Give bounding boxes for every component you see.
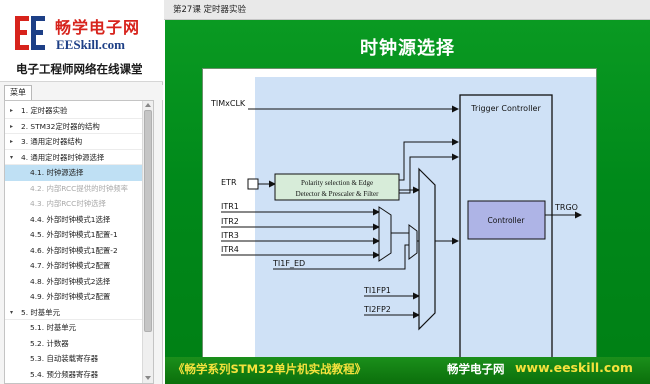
diagram-svg: Trigger Controller Controller TRGO TIMxC… <box>210 77 596 366</box>
footer-brand: 畅学电子网 <box>447 362 505 376</box>
menu-sub-item[interactable]: 4.5. 外部时钟模式1配置-1 <box>5 227 142 243</box>
menu-item-label: 3. 通用定时器结构 <box>21 137 83 146</box>
trigger-controller-label: Trigger Controller <box>470 104 541 113</box>
menu-sub-item[interactable]: 5.1. 时基单元 <box>5 320 142 336</box>
clock-source-mux <box>418 167 436 331</box>
menu-sub-item[interactable]: 4.6. 外部时钟模式1配置-2 <box>5 243 142 259</box>
menu-item-label: 5.3. 自动装载寄存器 <box>30 354 99 363</box>
menu-sub-item[interactable]: 5.4. 预分频器寄存器 <box>5 367 142 383</box>
footer-course-title: 《畅学系列STM32单片机实战教程》 <box>173 362 367 376</box>
menu-scrollbar[interactable] <box>142 101 153 383</box>
menu-item-label: 4.7. 外部时钟模式2配置 <box>30 261 111 270</box>
menu-item-label: 4.5. 外部时钟模式1配置-1 <box>30 230 118 239</box>
menu-section-item[interactable]: ▸ 3. 通用定时器结构 <box>5 134 142 150</box>
menu-item-label: 1. 定时器实验 <box>21 106 68 115</box>
chevron-right-icon[interactable]: ▸ <box>10 119 18 134</box>
ti1fp1-label: TI1FP1 <box>363 286 391 295</box>
itr-mux <box>378 206 392 262</box>
footer-url[interactable]: www.eeskill.com <box>515 360 633 375</box>
chevron-down-icon[interactable]: ▾ <box>10 150 18 165</box>
etr-pin-icon <box>247 178 259 190</box>
clock-source-diagram: Trigger Controller Controller TRGO TIMxC… <box>202 68 597 367</box>
menu-sub-item[interactable]: 4.1. 时钟源选择 <box>5 165 142 181</box>
menu-sub-item[interactable]: 4.9. 外部时钟模式2配置 <box>5 289 142 305</box>
menu-sub-item[interactable]: 5.2. 计数器 <box>5 336 142 352</box>
menu-item-label: 4.1. 时钟源选择 <box>30 168 84 177</box>
menu-item-label: 4.2. 内部RCC提供的时钟频率 <box>30 183 129 193</box>
itr2-label: ITR2 <box>221 217 239 226</box>
logo: 畅学电子网 EESkill.com 电子工程师网络在线课堂 <box>0 0 163 82</box>
menu-item-label: 5.4. 预分频器寄存器 <box>30 369 99 379</box>
ts-mux <box>408 224 418 260</box>
eeskill-logo-mark-icon <box>13 12 47 54</box>
menu-item-label: 4.8. 外部时钟模式2选择 <box>30 276 111 286</box>
chevron-right-icon[interactable]: ▸ <box>10 134 18 149</box>
polarity-label-line2: Detector & Prescaler & Filter <box>296 190 379 198</box>
menu-item-label: 4.9. 外部时钟模式2配置 <box>30 292 111 301</box>
tab-menu[interactable]: 菜单 <box>4 85 32 100</box>
chevron-right-icon[interactable]: ▸ <box>10 103 18 118</box>
menu-section-item[interactable]: ▾ 4. 通用定时器时钟源选择 <box>5 150 142 165</box>
breadcrumb: 第27课 定时器实验 <box>164 0 650 20</box>
slide-title: 时钟源选择 <box>360 38 455 59</box>
menu-item-label: 5. 时基单元 <box>21 307 60 317</box>
trgo-label: TRGO <box>554 203 578 212</box>
menu-item-label: 4. 通用定时器时钟源选择 <box>21 152 105 162</box>
menu-item-label: 4.6. 外部时钟模式1配置-2 <box>30 245 118 255</box>
scroll-down-arrow-icon[interactable] <box>145 376 151 380</box>
etr-label: ETR <box>221 178 237 187</box>
chevron-down-icon[interactable]: ▾ <box>10 305 18 320</box>
menu-section-item[interactable]: ▾ 5. 时基单元 <box>5 305 142 320</box>
logo-title: 畅学电子网 <box>55 18 141 37</box>
ti1f-ed-label: TI1F_ED <box>272 259 305 268</box>
menu-sub-item[interactable]: 4.8. 外部时钟模式2选择 <box>5 274 142 290</box>
menu-section-item[interactable]: ▸ 2. STM32定时器的结构 <box>5 119 142 134</box>
logo-slogan: 电子工程师网络在线课堂 <box>16 62 143 76</box>
itr1-label: ITR1 <box>221 202 239 211</box>
polarity-label-line1: Polarity selection & Edge <box>301 179 373 187</box>
menu-section-item[interactable]: ▸ 1. 定时器实验 <box>5 103 142 119</box>
menu-item-label: 4.3. 内部RCC时钟选择 <box>30 199 106 208</box>
menu-sub-item[interactable]: 4.3. 内部RCC时钟选择 <box>5 196 142 212</box>
menu-list: ▸ 1. 定时器实验 ▸ 2. STM32定时器的结构 ▸ 3. 通用定时器结构 ▾ 4. 通… <box>4 100 154 384</box>
slide: 时钟源选择 Trigger Controller Controller TRGO… <box>165 20 650 384</box>
timxclk-label: TIMxCLK <box>210 99 246 108</box>
menu-sub-item[interactable]: 4.2. 内部RCC提供的时钟频率 <box>5 181 142 197</box>
menu-sub-item[interactable]: 4.7. 外部时钟模式2配置 <box>5 258 142 274</box>
ti2fp2-label: TI2FP2 <box>363 305 391 314</box>
itr4-label: ITR4 <box>221 245 239 254</box>
menu-item-label: 5.1. 时基单元 <box>30 323 77 332</box>
sidebar: 畅学电子网 EESkill.com 电子工程师网络在线课堂 菜单 ▸ 1. 定时器… <box>0 0 163 384</box>
controller-label: Controller <box>488 216 526 225</box>
menu-item-label: 2. STM32定时器的结构 <box>21 121 100 131</box>
menu-sub-item[interactable]: 4.4. 外部时钟模式1选择 <box>5 212 142 228</box>
itr3-label: ITR3 <box>221 231 239 240</box>
menu-sub-item[interactable]: 5.3. 自动装载寄存器 <box>5 351 142 367</box>
scroll-up-arrow-icon[interactable] <box>145 103 151 107</box>
scroll-thumb[interactable] <box>144 110 152 332</box>
menu-item-label: 4.4. 外部时钟模式1选择 <box>30 214 111 224</box>
menu-item-label: 5.2. 计数器 <box>30 338 69 348</box>
logo-site-name: EESkill.com <box>56 37 125 52</box>
